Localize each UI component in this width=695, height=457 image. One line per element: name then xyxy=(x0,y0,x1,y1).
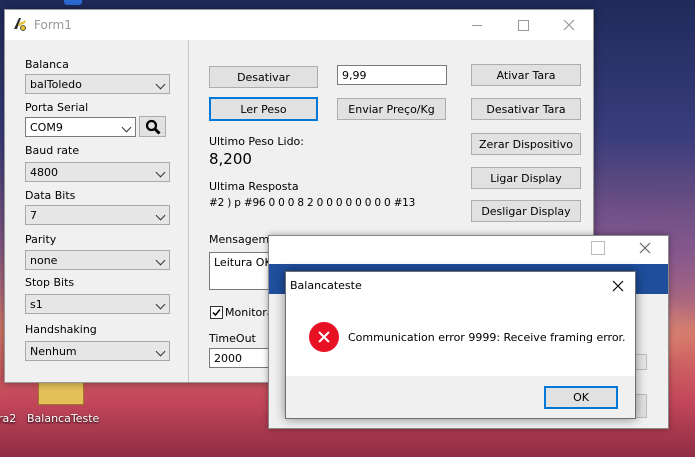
maximize-icon xyxy=(591,241,605,255)
chevron-down-icon xyxy=(121,122,132,133)
ultimo-peso-label: Ultimo Peso Lido: xyxy=(209,135,304,148)
enviar-preco-button[interactable]: Enviar Preço/Kg xyxy=(337,98,446,120)
balancateste-desktop-icon[interactable] xyxy=(38,382,84,405)
chevron-down-icon xyxy=(155,167,166,178)
stop-bits-select[interactable]: s1 xyxy=(25,294,170,314)
timeout-label: TimeOut xyxy=(209,332,256,345)
checkmark-icon xyxy=(212,309,221,317)
close-button[interactable] xyxy=(546,10,592,40)
monitorar-checkbox[interactable] xyxy=(210,306,223,319)
baud-rate-select[interactable]: 4800 xyxy=(25,162,170,182)
mensagem-label: Mensagem xyxy=(209,233,270,246)
ultima-resposta-value: #2 ) p #96 0 0 0 8 2 0 0 0 0 0 0 0 0 #13 xyxy=(209,197,416,209)
handshaking-value: Nenhum xyxy=(30,345,77,358)
minimize-button[interactable] xyxy=(454,10,500,40)
app-icon xyxy=(14,18,26,31)
search-icon xyxy=(145,119,161,135)
zerar-dispositivo-button[interactable]: Zerar Dispositivo xyxy=(471,133,581,155)
close-icon[interactable] xyxy=(639,242,651,254)
baud-rate-value: 4800 xyxy=(30,166,58,179)
dialog-title-bar[interactable]: Balancateste xyxy=(286,272,635,300)
preco-input[interactable]: 9,99 xyxy=(337,65,447,85)
maximize-button[interactable] xyxy=(500,10,546,40)
parity-value: none xyxy=(30,254,58,267)
data-bits-select[interactable]: 7 xyxy=(25,205,170,225)
desligar-display-button[interactable]: Desligar Display xyxy=(471,200,581,222)
stop-bits-label: Stop Bits xyxy=(25,276,75,289)
data-bits-label: Data Bits xyxy=(25,189,76,202)
porta-serial-value: COM9 xyxy=(30,121,63,134)
close-icon[interactable] xyxy=(612,280,624,292)
chevron-down-icon xyxy=(155,210,166,221)
dialog-title: Balancateste xyxy=(290,279,362,292)
porta-serial-select[interactable]: COM9 xyxy=(25,117,136,137)
desktop-icon-label[interactable]: BalancaTeste xyxy=(27,412,99,425)
handshaking-select[interactable]: Nenhum xyxy=(25,341,170,361)
taskbar-icon-fragment xyxy=(64,0,82,5)
title-bar[interactable]: Form1 xyxy=(5,10,593,40)
chevron-down-icon xyxy=(155,299,166,310)
ok-button[interactable]: OK xyxy=(544,386,618,409)
chevron-down-icon xyxy=(155,346,166,357)
stop-bits-value: s1 xyxy=(30,298,43,311)
balanca-select[interactable]: balToledo xyxy=(25,74,170,94)
ultimo-peso-value: 8,200 xyxy=(209,150,252,168)
dialog-message: Communication error 9999: Receive framin… xyxy=(348,331,626,344)
desativar-button[interactable]: Desativar xyxy=(209,66,318,88)
desktop-icon-label: ra2 xyxy=(0,412,17,425)
data-bits-value: 7 xyxy=(30,209,37,222)
parity-select[interactable]: none xyxy=(25,250,170,270)
ultima-resposta-label: Ultima Resposta xyxy=(209,180,299,193)
maximize-icon xyxy=(517,19,529,31)
background-window-title-bar[interactable] xyxy=(269,236,668,264)
ativar-tara-button[interactable]: Ativar Tara xyxy=(471,64,581,86)
porta-serial-label: Porta Serial xyxy=(25,101,89,114)
window-title: Form1 xyxy=(34,18,72,32)
error-icon xyxy=(309,322,339,352)
chevron-down-icon xyxy=(155,79,166,90)
ler-peso-button[interactable]: Ler Peso xyxy=(209,97,318,121)
handshaking-label: Handshaking xyxy=(25,323,97,336)
dialog-body: Communication error 9999: Receive framin… xyxy=(286,300,635,376)
balanca-label: Balanca xyxy=(25,58,69,71)
error-dialog: Balancateste Communication error 9999: R… xyxy=(285,271,636,419)
close-icon xyxy=(563,19,575,31)
search-ports-button[interactable] xyxy=(139,116,166,137)
balanca-value: balToledo xyxy=(30,78,82,91)
minimize-icon xyxy=(472,24,482,26)
chevron-down-icon xyxy=(155,255,166,266)
baud-rate-label: Baud rate xyxy=(25,144,80,157)
desativar-tara-button[interactable]: Desativar Tara xyxy=(471,98,581,120)
ligar-display-button[interactable]: Ligar Display xyxy=(471,167,581,189)
parity-label: Parity xyxy=(25,233,57,246)
